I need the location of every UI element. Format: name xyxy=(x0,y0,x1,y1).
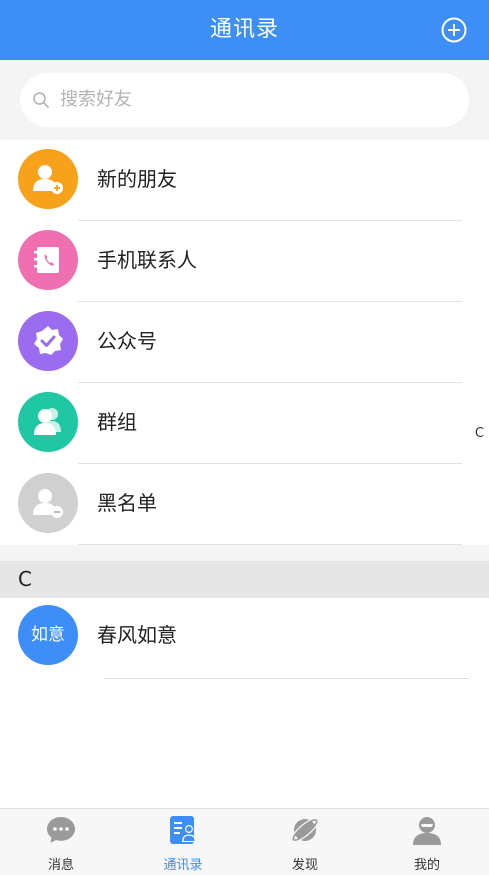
tab-profile[interactable]: 我的 xyxy=(366,809,488,875)
add-friend-icon xyxy=(18,149,78,209)
menu-item-phone-contacts[interactable]: 手机联系人 xyxy=(0,221,489,302)
tab-label: 通讯录 xyxy=(163,858,203,873)
divider xyxy=(104,678,469,679)
plus-circle-icon[interactable] xyxy=(441,17,467,43)
page-title: 通讯录 xyxy=(209,17,279,42)
section-gap xyxy=(0,545,489,561)
tab-contacts[interactable]: 通讯录 xyxy=(122,809,244,875)
menu-item-blacklist[interactable]: 黑名单 xyxy=(0,464,489,545)
section-letter: C xyxy=(18,567,32,591)
group-icon xyxy=(18,392,78,452)
alphabet-index-item[interactable]: C xyxy=(475,426,484,441)
menu-item-label: 新的朋友 xyxy=(97,167,177,191)
section-header: C xyxy=(0,561,489,598)
contact-name: 春风如意 xyxy=(97,623,177,647)
bottom-tab-bar: 消息 通讯录 发现 我的 xyxy=(0,808,489,875)
search-icon xyxy=(33,92,49,108)
menu-item-groups[interactable]: 群组 xyxy=(0,383,489,464)
avatar: 如意 xyxy=(18,605,78,665)
contacts-book-icon xyxy=(170,816,196,844)
tab-label: 发现 xyxy=(291,858,318,873)
menu-item-label: 公众号 xyxy=(97,329,157,353)
menu-item-official-accounts[interactable]: 公众号 xyxy=(0,302,489,383)
menu-item-label: 手机联系人 xyxy=(97,248,197,272)
verified-badge-icon xyxy=(18,311,78,371)
menu-item-label: 黑名单 xyxy=(97,491,157,515)
chat-bubble-icon xyxy=(47,817,75,843)
tab-messages[interactable]: 消息 xyxy=(0,809,122,875)
search-area: 搜索好友 xyxy=(0,60,489,140)
menu-item-new-friends[interactable]: 新的朋友 xyxy=(0,140,489,221)
top-nav-bar: 通讯录 xyxy=(0,0,489,60)
planet-icon xyxy=(291,817,319,843)
user-profile-icon xyxy=(413,817,441,845)
tab-label: 消息 xyxy=(47,858,74,873)
blocked-user-icon xyxy=(18,473,78,533)
search-placeholder: 搜索好友 xyxy=(60,89,132,110)
search-input[interactable]: 搜索好友 xyxy=(20,73,469,127)
contact-row[interactable]: 如意 春风如意 xyxy=(0,598,489,680)
tab-discover[interactable]: 发现 xyxy=(244,809,366,875)
phone-book-icon xyxy=(18,230,78,290)
tab-label: 我的 xyxy=(413,858,440,873)
function-menu-list: 新的朋友 手机联系人 公众号 群组 黑名单 xyxy=(0,140,489,545)
menu-item-label: 群组 xyxy=(97,410,137,434)
